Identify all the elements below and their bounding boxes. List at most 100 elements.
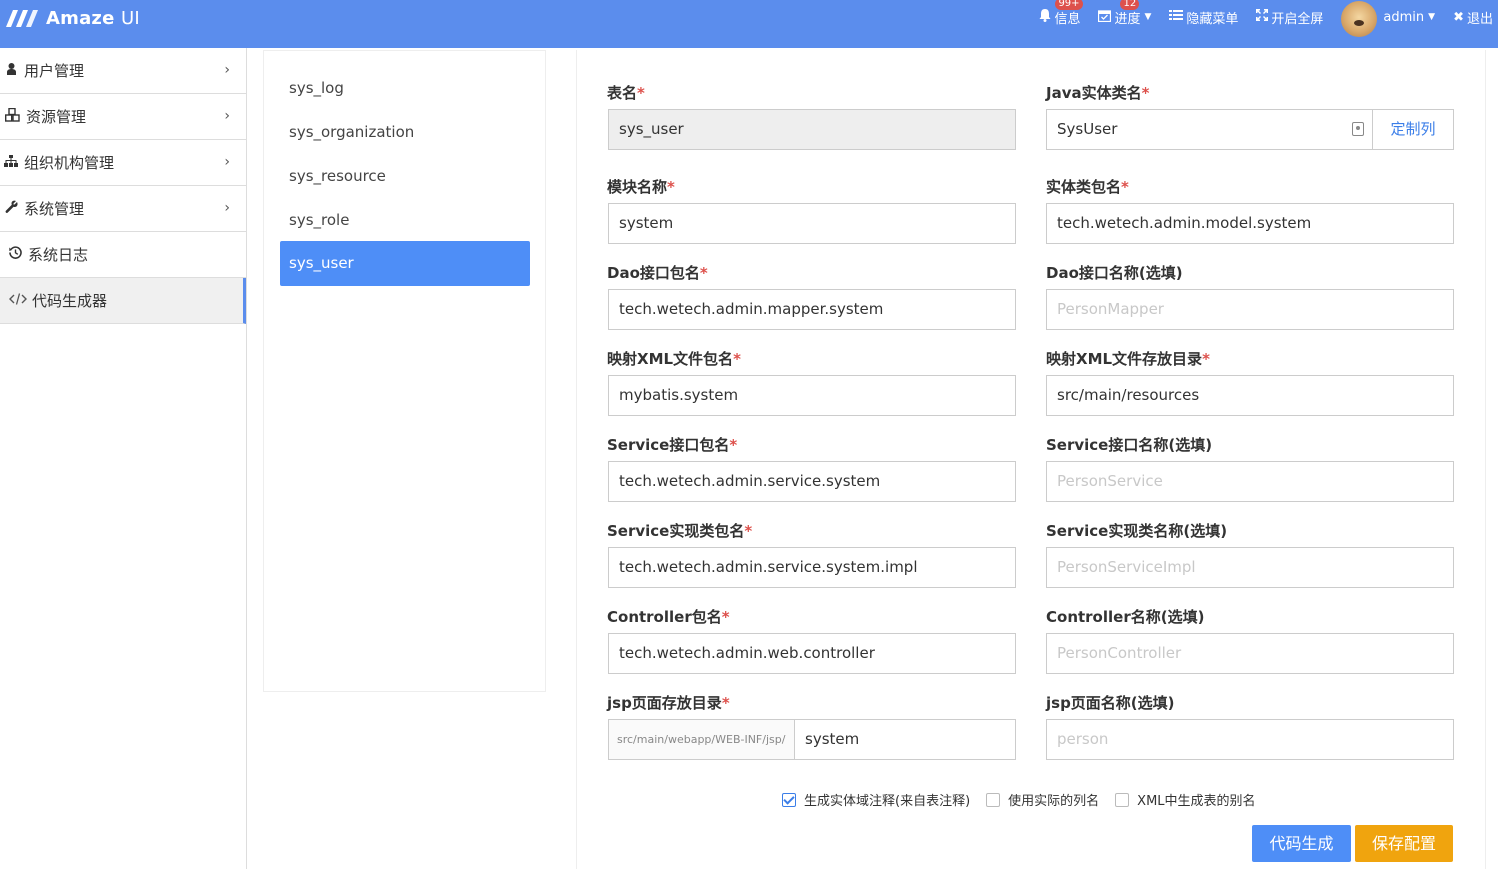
option-actual-column-name[interactable]: 使用实际的列名 xyxy=(986,790,1099,809)
table-name-label: 表名* xyxy=(607,84,645,102)
sidebar-item-label: 系统日志 xyxy=(28,246,89,264)
jsp-dir-prefix: src/main/webapp/WEB-INF/jsp/ xyxy=(608,719,795,760)
options-row: 生成实体域注释(来自表注释) 使用实际的列名 XML中生成表的别名 xyxy=(782,790,1272,809)
fullscreen-icon xyxy=(1256,9,1269,25)
service-impl-name-label: Service实现类名称(选填) xyxy=(1046,522,1228,540)
dao-package-label: Dao接口包名* xyxy=(607,264,708,282)
controller-package-input[interactable]: tech.wetech.admin.web.controller xyxy=(608,633,1016,674)
table-item-sys-role[interactable]: sys_role xyxy=(280,198,530,242)
service-package-label: Service接口包名* xyxy=(607,436,738,454)
avatar xyxy=(1341,1,1378,37)
service-impl-package-input[interactable]: tech.wetech.admin.service.system.impl xyxy=(608,547,1016,588)
list-icon xyxy=(1169,9,1184,25)
contact-card-icon xyxy=(1352,122,1364,136)
logo-text: Amaze UI xyxy=(46,7,140,29)
user-icon xyxy=(2,62,20,79)
controller-name-input[interactable]: PersonController xyxy=(1046,633,1454,674)
sidebar-item-system-log[interactable]: 系统日志 xyxy=(0,232,246,278)
sidebar-item-resource-management[interactable]: 资源管理 › xyxy=(0,94,246,140)
custom-columns-button[interactable]: 定制列 xyxy=(1372,110,1453,149)
option-xml-table-alias[interactable]: XML中生成表的别名 xyxy=(1115,790,1256,809)
entity-class-label: Java实体类名* xyxy=(1046,84,1150,102)
option-label: 使用实际的列名 xyxy=(1008,794,1100,809)
nav-messages-label: 信息 xyxy=(1054,11,1081,27)
nav-progress[interactable]: 进度 ▼ 12 xyxy=(1098,0,1152,27)
sidebar-item-label: 资源管理 xyxy=(26,108,87,126)
option-entity-comment[interactable]: 生成实体域注释(来自表注释) xyxy=(782,790,970,809)
sidebar: 用户管理 › 资源管理 › 组织机构管理 › 系统管理 › 系统日志 代码生成器 xyxy=(0,48,247,869)
top-navbar: Amaze UI 信息 99+ 进度 ▼ 12 隐藏菜单 开启全屏 admin … xyxy=(0,0,1498,48)
chevron-right-icon: › xyxy=(224,108,230,124)
chevron-right-icon: › xyxy=(224,62,230,78)
save-config-button[interactable]: 保存配置 xyxy=(1355,825,1453,862)
table-item-sys-log[interactable]: sys_log xyxy=(280,66,530,110)
sidebar-item-label: 组织机构管理 xyxy=(24,154,115,172)
chevron-right-icon: › xyxy=(224,200,230,216)
user-menu[interactable]: admin ▼ xyxy=(1341,0,1435,37)
chevron-right-icon: › xyxy=(224,154,230,170)
xml-package-label: 映射XML文件包名* xyxy=(607,350,741,368)
nav-fullscreen[interactable]: 开启全屏 xyxy=(1256,8,1323,27)
dao-name-label: Dao接口名称(选填) xyxy=(1046,264,1183,282)
dao-package-input[interactable]: tech.wetech.admin.mapper.system xyxy=(608,289,1016,330)
nav-hide-menu-label: 隐藏菜单 xyxy=(1186,11,1239,27)
dao-name-input[interactable]: PersonMapper xyxy=(1046,289,1454,330)
checkbox-icon[interactable] xyxy=(1115,792,1130,807)
table-name-input[interactable]: sys_user xyxy=(608,109,1016,150)
username: admin xyxy=(1383,9,1425,25)
option-label: XML中生成表的别名 xyxy=(1137,794,1256,809)
messages-badge: 99+ xyxy=(1055,0,1083,10)
sidebar-item-label: 代码生成器 xyxy=(32,292,108,310)
code-icon xyxy=(8,292,28,309)
entity-package-label: 实体类包名* xyxy=(1046,178,1129,196)
calendar-icon xyxy=(1098,9,1112,26)
service-impl-package-label: Service实现类包名* xyxy=(607,522,753,540)
nav-progress-label: 进度 xyxy=(1114,11,1141,27)
logout-label: 退出 xyxy=(1466,11,1493,27)
table-item-sys-user[interactable]: sys_user xyxy=(280,241,530,286)
chevron-down-icon: ▼ xyxy=(1428,12,1436,22)
table-list-panel: sys_log sys_organization sys_resource sy… xyxy=(263,50,546,692)
xml-package-input[interactable]: mybatis.system xyxy=(608,375,1016,416)
sidebar-item-user-management[interactable]: 用户管理 › xyxy=(0,48,246,94)
service-package-input[interactable]: tech.wetech.admin.service.system xyxy=(608,461,1016,502)
jsp-dir-label: jsp页面存放目录* xyxy=(607,694,730,712)
table-item-sys-resource[interactable]: sys_resource xyxy=(280,154,530,198)
sidebar-item-label: 用户管理 xyxy=(24,62,85,80)
logout-button[interactable]: ✖ 退出 xyxy=(1453,8,1493,27)
history-icon xyxy=(6,246,24,263)
service-impl-name-input[interactable]: PersonServiceImpl xyxy=(1046,547,1454,588)
xml-dir-label: 映射XML文件存放目录* xyxy=(1046,350,1210,368)
logo-icon xyxy=(6,10,38,27)
option-label: 生成实体域注释(来自表注释) xyxy=(804,794,971,809)
controller-package-label: Controller包名* xyxy=(607,608,730,626)
checkbox-checked-icon[interactable] xyxy=(782,792,796,807)
checkbox-icon[interactable] xyxy=(986,792,1001,807)
service-name-input[interactable]: PersonService xyxy=(1046,461,1454,502)
nav-hide-menu[interactable]: 隐藏菜单 xyxy=(1169,8,1238,27)
generate-code-button[interactable]: 代码生成 xyxy=(1252,825,1351,862)
table-item-sys-organization[interactable]: sys_organization xyxy=(280,110,530,154)
cubes-icon xyxy=(4,107,22,126)
jsp-dir-input[interactable]: system xyxy=(794,719,1016,760)
progress-badge: 12 xyxy=(1120,0,1140,10)
sidebar-item-label: 系统管理 xyxy=(24,200,85,218)
module-name-input[interactable]: system xyxy=(608,203,1016,244)
close-icon: ✖ xyxy=(1453,9,1464,25)
entity-package-input[interactable]: tech.wetech.admin.model.system xyxy=(1046,203,1454,244)
service-name-label: Service接口名称(选填) xyxy=(1046,436,1213,454)
logo[interactable]: Amaze UI xyxy=(4,6,140,30)
sidebar-item-code-generator[interactable]: 代码生成器 xyxy=(0,278,246,324)
top-nav-right: 信息 99+ 进度 ▼ 12 隐藏菜单 开启全屏 admin ▼ ✖ 退出 xyxy=(1030,0,1498,37)
nav-messages[interactable]: 信息 99+ xyxy=(1039,0,1083,27)
chevron-down-icon: ▼ xyxy=(1144,12,1152,22)
nav-fullscreen-label: 开启全屏 xyxy=(1271,11,1324,27)
sidebar-item-org-management[interactable]: 组织机构管理 › xyxy=(0,140,246,186)
module-name-label: 模块名称* xyxy=(607,178,675,196)
controller-name-label: Controller名称(选填) xyxy=(1046,608,1205,626)
jsp-name-input[interactable]: person xyxy=(1046,719,1454,760)
sitemap-icon xyxy=(2,154,20,171)
sidebar-item-system-management[interactable]: 系统管理 › xyxy=(0,186,246,232)
bell-icon xyxy=(1039,8,1051,26)
xml-dir-input[interactable]: src/main/resources xyxy=(1046,375,1454,416)
